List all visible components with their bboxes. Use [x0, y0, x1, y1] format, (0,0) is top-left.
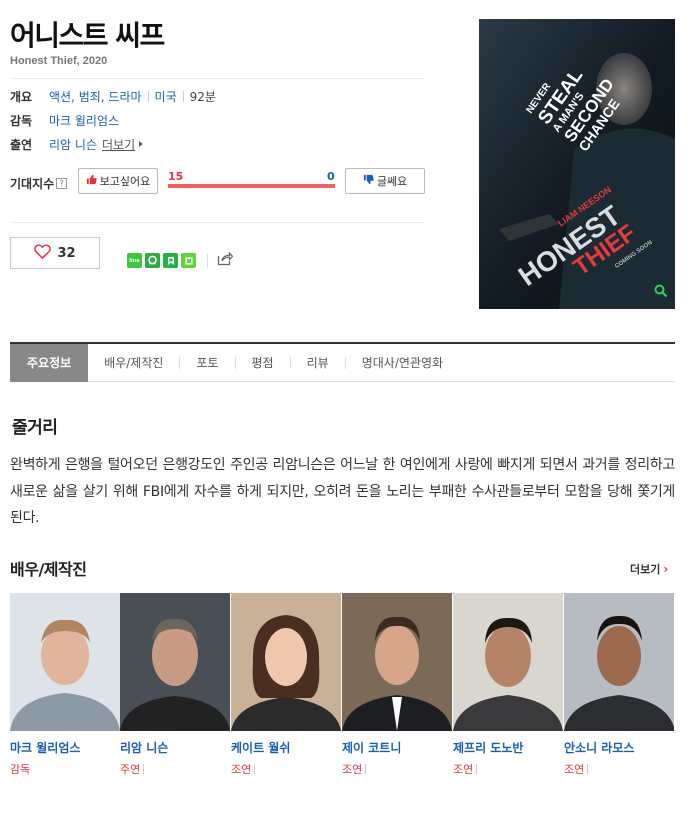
- cast-photo: [342, 593, 452, 731]
- cast-card[interactable]: 제이 코트니 조연: [342, 593, 452, 777]
- divider: [10, 78, 425, 79]
- cast-role: 조연: [342, 761, 452, 777]
- band-icon[interactable]: [145, 253, 160, 268]
- expect-bar-fill: [168, 184, 335, 188]
- want-to-see-button[interactable]: 보고싶어요: [78, 168, 158, 194]
- tab-photo[interactable]: 포토: [180, 344, 234, 381]
- role-text: 조연: [564, 763, 585, 776]
- movie-poster[interactable]: NEVER STEAL A MAN'S SECOND CHANCE LIAM N…: [479, 19, 675, 309]
- cast-role: 조연: [231, 761, 341, 777]
- like-count: 32: [57, 245, 76, 261]
- cast-photo: [564, 593, 674, 731]
- cast-role: 감독: [10, 761, 120, 777]
- cast-link[interactable]: 리암 니슨: [49, 136, 97, 153]
- role-text: 주연: [120, 763, 141, 776]
- share-bar: line: [127, 251, 234, 270]
- cast-label: 출연: [10, 137, 33, 152]
- help-icon[interactable]: ?: [56, 178, 68, 189]
- genre-link[interactable]: 액션, 범죄, 드라마: [49, 88, 142, 105]
- expect-label: 기대지수 ?: [10, 175, 68, 192]
- cast-role: 주연: [120, 761, 230, 777]
- cast-card[interactable]: 안소니 라모스 조연: [564, 593, 674, 777]
- cast-name: 제프리 도노반: [453, 741, 524, 755]
- director-link[interactable]: 마크 윌리엄스: [49, 112, 119, 129]
- country-link[interactable]: 미국: [155, 88, 177, 105]
- tab-quotes-related[interactable]: 명대사/연관영화: [346, 344, 459, 381]
- share-icon[interactable]: [217, 251, 234, 270]
- movie-title: 어니스트 씨프: [10, 19, 165, 52]
- heart-icon: [34, 243, 52, 263]
- cast-photo: [120, 593, 230, 731]
- no-count: 0: [327, 170, 335, 183]
- cast-role: 조연: [453, 761, 563, 777]
- cast-name: 케이트 월쉬: [231, 741, 291, 755]
- runtime: 92분: [189, 89, 216, 104]
- cast-name: 마크 윌리엄스: [10, 741, 81, 755]
- director-label: 감독: [10, 113, 33, 128]
- tab-bar: 주요정보 배우/제작진 포토 평점 리뷰 명대사/연관영화: [10, 342, 675, 382]
- want-count: 15: [168, 170, 184, 183]
- director-row: 감독 마크 윌리엄스: [10, 112, 119, 128]
- chevron-right-icon: ›: [663, 562, 669, 576]
- no-label: 글쎄요: [376, 175, 408, 188]
- cast-photo: [231, 593, 341, 731]
- cast-card[interactable]: 리암 니슨 주연: [120, 593, 230, 777]
- overview-label: 개요: [10, 89, 33, 104]
- cast-row: 출연 리암 니슨 더보기: [10, 136, 144, 153]
- tab-rating[interactable]: 평점: [236, 344, 290, 381]
- cast-card[interactable]: 마크 윌리엄스 감독: [10, 593, 120, 777]
- cast-more-label: 더보기: [630, 563, 661, 576]
- role-text: 감독: [10, 763, 31, 776]
- expect-bar: [168, 184, 335, 188]
- line-icon[interactable]: line: [127, 253, 142, 268]
- cast-card[interactable]: 케이트 월쉬 조연: [231, 593, 341, 777]
- role-text: 조연: [453, 763, 474, 776]
- chevron-right-icon: [139, 141, 144, 147]
- tab-cast-crew[interactable]: 배우/제작진: [88, 344, 179, 381]
- not-sure-button[interactable]: 글쎄요: [345, 168, 425, 194]
- want-label: 보고싶어요: [99, 175, 151, 188]
- cast-section-title: 배우/제작진: [10, 560, 87, 579]
- role-text: 조연: [231, 763, 252, 776]
- cast-card[interactable]: 제프리 도노반 조연: [453, 593, 563, 777]
- movie-subtitle: Honest Thief, 2020: [10, 55, 108, 67]
- cast-name: 제이 코트니: [342, 741, 402, 755]
- divider: [10, 222, 425, 223]
- tab-review[interactable]: 리뷰: [291, 344, 345, 381]
- cast-section-more-link[interactable]: 더보기 ›: [630, 561, 668, 577]
- cast-more-link[interactable]: 더보기: [102, 136, 135, 153]
- cast-role: 조연: [564, 761, 674, 777]
- cast-name: 안소니 라모스: [564, 741, 635, 755]
- zoom-search-icon[interactable]: [654, 283, 668, 302]
- cast-photo: [10, 593, 120, 731]
- cast-name: 리암 니슨: [120, 741, 169, 755]
- like-button[interactable]: 32: [10, 237, 100, 269]
- tab-main-info[interactable]: 주요정보: [10, 343, 89, 382]
- blog-icon[interactable]: [163, 253, 178, 268]
- expect-label-text: 기대지수: [10, 177, 55, 191]
- cafe-icon[interactable]: [181, 253, 196, 268]
- synopsis-text: 완벽하게 은행을 털어오던 은행강도인 주인공 리암니슨은 어느날 한 여인에게…: [10, 457, 675, 526]
- synopsis-title: 줄거리: [12, 418, 58, 438]
- cast-photo: [453, 593, 563, 731]
- thumbs-up-icon: [86, 174, 97, 188]
- overview-row: 개요 액션, 범죄, 드라마 미국 92분: [10, 88, 216, 104]
- role-text: 조연: [342, 763, 363, 776]
- thumbs-down-icon: [363, 174, 374, 188]
